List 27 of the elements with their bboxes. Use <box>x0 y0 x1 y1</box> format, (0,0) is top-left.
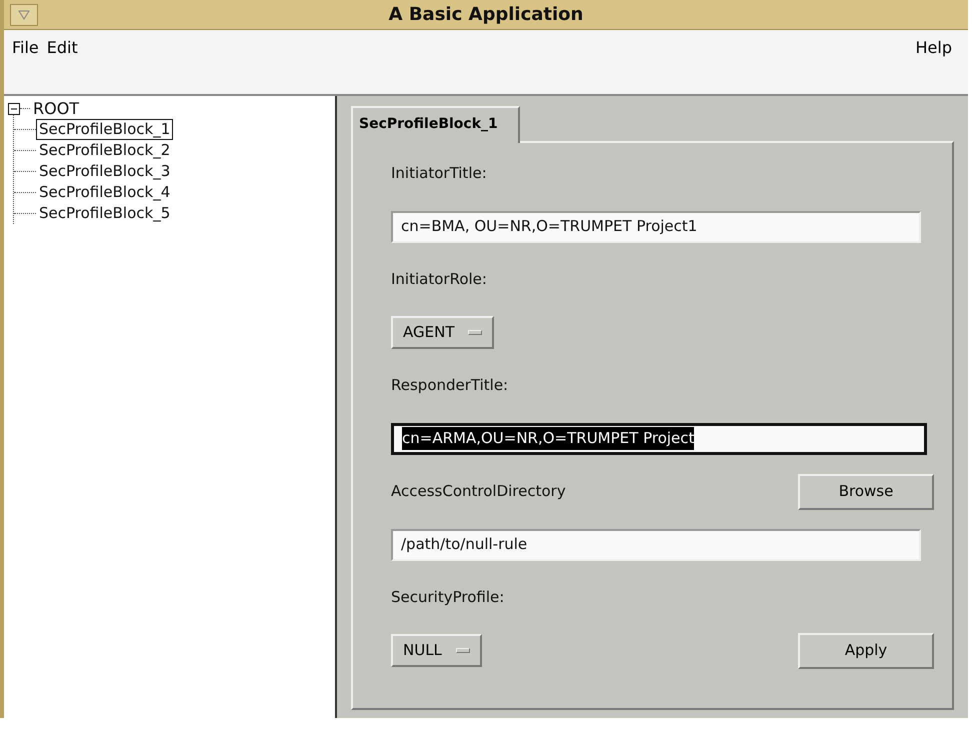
window-title: A Basic Application <box>388 3 584 27</box>
field-label: SecurityProfile: <box>391 587 504 608</box>
text-field[interactable]: cn=BMA, OU=NR,O=TRUMPET Project1 <box>391 210 921 242</box>
tree-item[interactable]: SecProfileBlock_2 <box>36 140 174 161</box>
field-label: AccessControlDirectory <box>391 481 566 502</box>
text-field[interactable]: /path/to/null-rule <box>391 528 921 560</box>
menu-item[interactable]: File <box>12 36 47 60</box>
tree-item[interactable]: SecProfileBlock_3 <box>36 161 174 182</box>
tree-item[interactable]: SecProfileBlock_1 <box>36 119 174 140</box>
menu-item[interactable]: Help <box>916 36 960 60</box>
option-menu[interactable]: NULL <box>391 634 482 667</box>
tree-item[interactable]: SecProfileBlock_5 <box>36 203 174 224</box>
option-indicator-icon <box>468 330 482 335</box>
tree-item[interactable]: SecProfileBlock_4 <box>36 182 174 203</box>
expander-icon[interactable] <box>8 102 20 114</box>
field-label: ResponderTitle: <box>391 375 508 396</box>
browse-button[interactable]: Browse <box>798 474 934 510</box>
text-field[interactable]: cn=ARMA,OU=NR,O=TRUMPET Project <box>391 422 927 454</box>
field-label: InitiatorRole: <box>391 269 487 290</box>
field-label: InitiatorTitle: <box>391 163 487 184</box>
tab[interactable]: SecProfileBlock_1 <box>351 106 520 143</box>
tree-item[interactable]: ROOT <box>30 98 82 119</box>
apply-button[interactable]: Apply <box>798 632 934 668</box>
menu-item[interactable]: Edit <box>46 36 86 60</box>
window-menu-icon <box>18 10 30 20</box>
option-indicator-icon <box>456 648 470 653</box>
option-menu[interactable]: AGENT <box>391 316 494 349</box>
